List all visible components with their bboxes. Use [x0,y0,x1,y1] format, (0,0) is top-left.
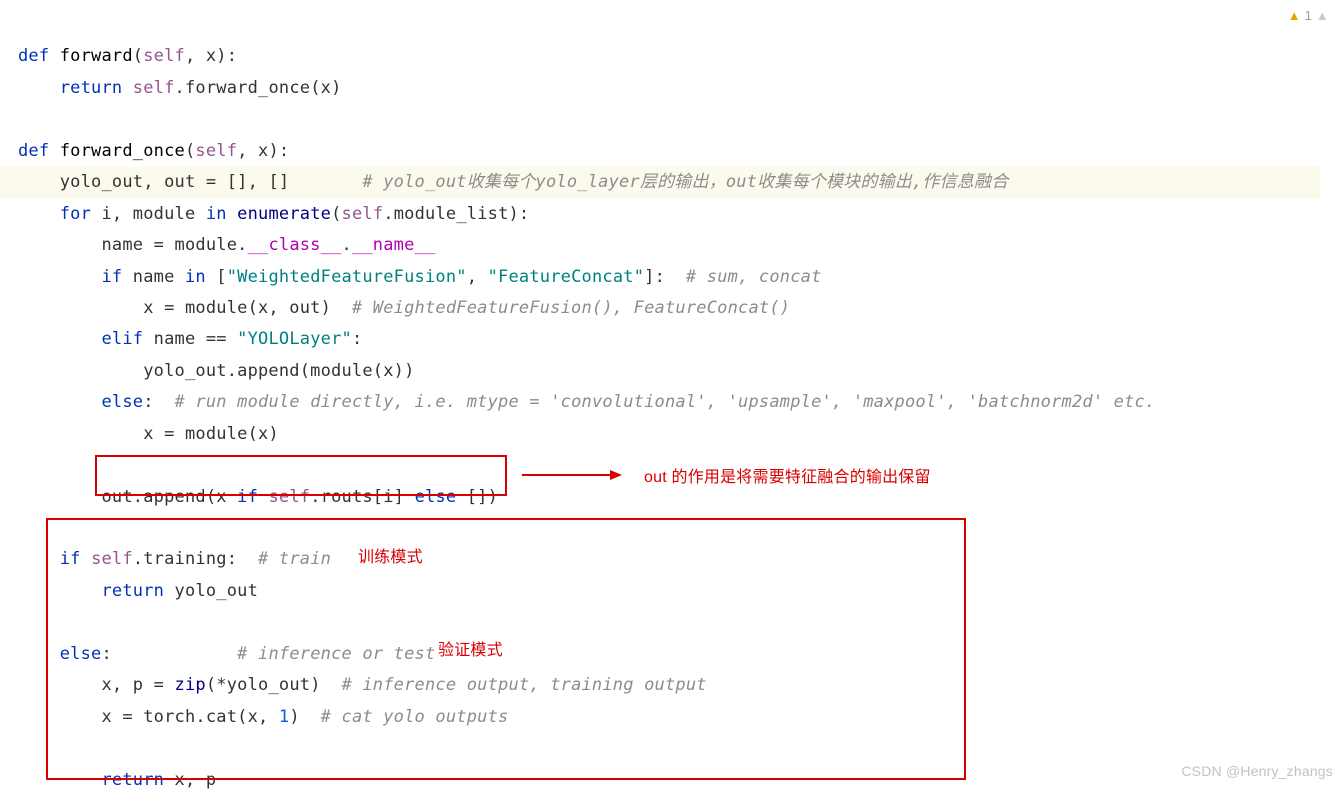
inspection-badge[interactable]: ▲ 1 ▲ [1288,4,1329,28]
weak-warning-icon: ▲ [1316,8,1329,23]
annotation-text-3: 验证模式 [438,636,503,666]
warning-icon: ▲ [1288,8,1301,23]
annotation-text-1: out 的作用是将需要特征融合的输出保留 [644,463,931,493]
warning-count: 1 [1305,8,1312,23]
watermark: CSDN @Henry_zhangs [1181,759,1333,785]
code-editor[interactable]: def forward(self, x): return self.forwar… [0,0,1343,796]
annotation-text-2: 训练模式 [358,543,423,573]
